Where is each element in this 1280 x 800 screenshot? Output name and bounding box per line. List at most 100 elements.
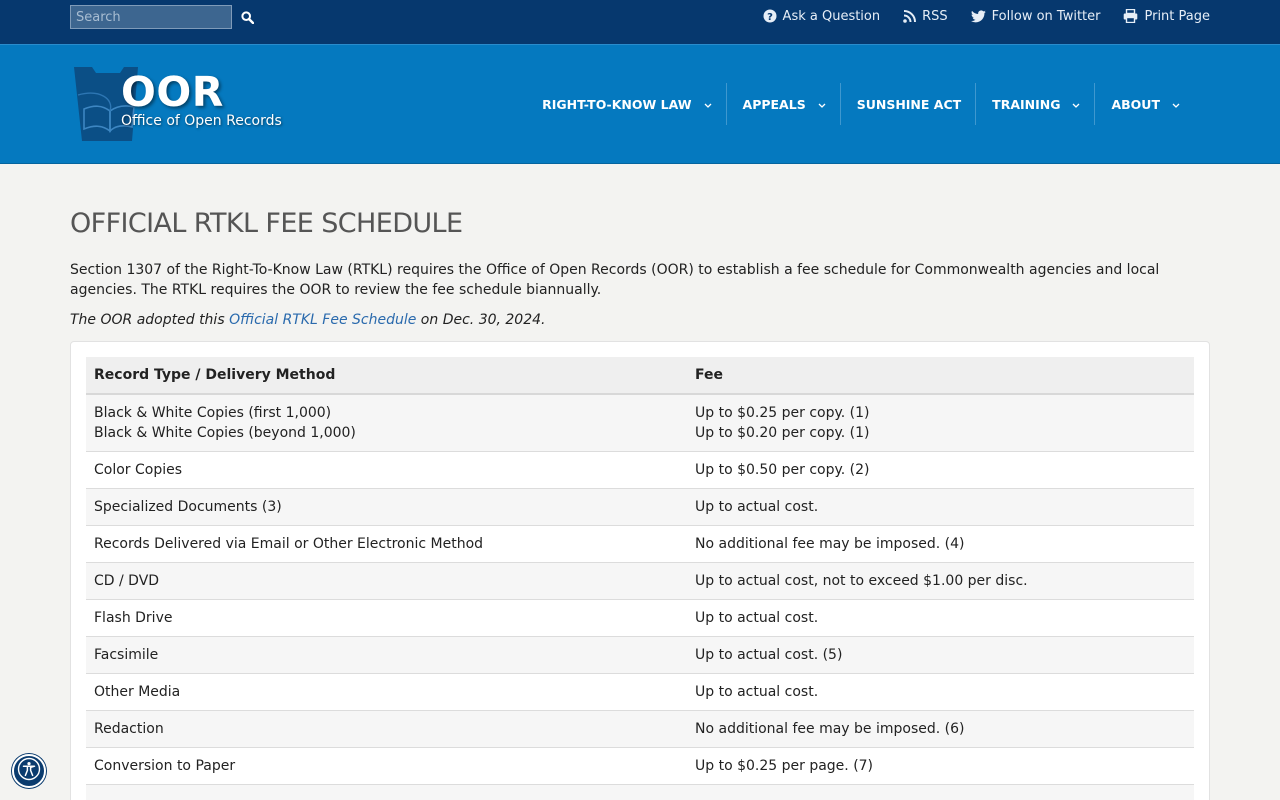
record-type-text: Redaction (94, 721, 164, 737)
fee-text: Up to actual cost. (5) (695, 647, 843, 663)
intro-paragraph: Section 1307 of the Right-To-Know Law (R… (70, 262, 1160, 298)
table-row: Facsimile Up to actual cost. (5) (86, 636, 1194, 674)
record-type-cell: Black & White Copies (first 1,000) Black … (86, 393, 687, 452)
record-type-text: Black & White Copies (first 1,000) (94, 405, 332, 421)
fee-text: Up to actual cost. (695, 684, 819, 700)
fee-schedule-link[interactable]: Official RTKL Fee Schedule (229, 312, 416, 328)
nav-sunshine-act[interactable]: SUNSHINE ACT (839, 83, 975, 125)
table-row: Records Delivered via Email or Other Ele… (86, 525, 1194, 563)
nav-label: ABOUT (1111, 96, 1160, 112)
fee-cell: Up to actual cost. (687, 599, 1194, 637)
table-row: Specialized Documents (3) Up to actual co… (86, 488, 1194, 526)
record-type-text: Records Delivered via Email or Other Ele… (94, 536, 484, 552)
fee-text: Up to actual cost. (695, 610, 819, 626)
search-input[interactable] (70, 5, 232, 29)
nav-label: APPEALS (742, 96, 806, 112)
table-row: Redaction No additional fee may be impose… (86, 710, 1194, 748)
fee-text: No additional fee may be imposed. (6) (695, 721, 965, 737)
nav-training[interactable]: TRAINING (975, 83, 1094, 125)
fee-cell: Up to $0.50 per copy. (2) (687, 451, 1194, 489)
record-type-text: Color Copies (94, 462, 183, 478)
site-header: OOR Office of Open Records RIGHT-TO-KNOW… (0, 44, 1280, 164)
nav-right-to-know-law[interactable]: RIGHT-TO-KNOW LAW (526, 83, 725, 125)
record-type-text: Flash Drive (94, 610, 173, 626)
fee-cell: Up to $0.25 per copy. (1) Up to $0.20 per… (687, 393, 1194, 452)
main-nav: RIGHT-TO-KNOW LAW APPEALS SUNSHINE ACT T… (526, 83, 1194, 125)
fee-text: Up to actual cost, not to exceed $1.00 p… (695, 573, 1028, 589)
nav-label: SUNSHINE ACT (856, 96, 962, 112)
ask-question-link[interactable]: ? Ask a Question (763, 6, 881, 26)
adopted-suffix: on Dec. 30, 2024. (416, 312, 546, 328)
twitter-icon (970, 9, 986, 23)
fee-text: Up to actual cost. (695, 499, 819, 515)
fee-table-card: Record Type / Delivery Method Fee Black … (70, 341, 1210, 800)
rss-label: RSS (922, 8, 948, 24)
svg-text:?: ? (767, 12, 773, 23)
site-logo[interactable]: OOR Office of Open Records (70, 65, 290, 145)
record-type-cell: Color Copies (86, 451, 687, 489)
utility-links: ? Ask a Question RSS Follow on Twitter P… (763, 6, 1210, 26)
print-icon (1123, 9, 1138, 23)
fee-text: Up to $0.50 per copy. (2) (695, 462, 870, 478)
table-row: CD / DVD Up to actual cost, not to exceed… (86, 562, 1194, 600)
logo-subtitle: Office of Open Records (121, 113, 282, 129)
record-type-cell: Conversion to Paper (86, 747, 687, 785)
record-type-text: Facsimile (94, 647, 159, 663)
accessibility-icon (17, 757, 41, 785)
chevron-down-icon (1072, 97, 1080, 112)
adopted-note: The OOR adopted this Official RTKL Fee S… (70, 310, 1210, 330)
search-icon[interactable] (236, 5, 258, 29)
fee-text: No additional fee may be imposed. (4) (695, 536, 965, 552)
table-row: Flash Drive Up to actual cost. (86, 599, 1194, 637)
question-circle-icon: ? (763, 9, 777, 23)
page-title: OFFICIAL RTKL FEE SCHEDULE (70, 208, 463, 239)
record-type-text: Specialized Documents (3) (94, 499, 282, 515)
column-header-record-type: Record Type / Delivery Method (86, 357, 687, 395)
rss-icon (903, 9, 917, 23)
fee-cell: Up to actual cost, not to exceed $1.00 p… (687, 562, 1194, 600)
adopted-prefix: The OOR adopted this (70, 312, 230, 328)
print-link[interactable]: Print Page (1123, 6, 1210, 26)
chevron-down-icon (1172, 97, 1180, 112)
table-row (86, 784, 1194, 800)
record-type-cell: CD / DVD (86, 562, 687, 600)
table-row: Conversion to Paper Up to $0.25 per page.… (86, 747, 1194, 785)
fee-text: Up to $0.20 per copy. (1) (695, 425, 870, 441)
table-row: Black & White Copies (first 1,000) Black … (86, 393, 1194, 452)
record-type-text: Black & White Copies (beyond 1,000) (94, 425, 356, 441)
chevron-down-icon (818, 97, 826, 112)
table-row: Color Copies Up to $0.50 per copy. (2) (86, 451, 1194, 489)
ask-question-label: Ask a Question (782, 8, 881, 24)
record-type-cell: Facsimile (86, 636, 687, 674)
record-type-text: Conversion to Paper (94, 758, 236, 774)
fee-cell: Up to actual cost. (687, 673, 1194, 711)
logo-title: OOR (121, 68, 224, 116)
fee-text: Up to $0.25 per page. (7) (695, 758, 874, 774)
main-content: OFFICIAL RTKL FEE SCHEDULE Section 1307 … (70, 164, 1210, 800)
print-label: Print Page (1144, 8, 1210, 24)
nav-about[interactable]: ABOUT (1094, 83, 1194, 125)
utility-bar: ? Ask a Question RSS Follow on Twitter P… (0, 0, 1280, 44)
nav-label: RIGHT-TO-KNOW LAW (542, 96, 692, 112)
accessibility-button[interactable] (12, 754, 46, 788)
record-type-text: CD / DVD (94, 573, 160, 589)
fee-cell: No additional fee may be imposed. (4) (687, 525, 1194, 563)
twitter-link[interactable]: Follow on Twitter (970, 6, 1101, 26)
nav-appeals[interactable]: APPEALS (725, 83, 840, 125)
record-type-cell: Flash Drive (86, 599, 687, 637)
fee-cell: Up to actual cost. (5) (687, 636, 1194, 674)
record-type-cell: Records Delivered via Email or Other Ele… (86, 525, 687, 563)
record-type-cell: Redaction (86, 710, 687, 748)
fee-cell: Up to actual cost. (687, 488, 1194, 526)
record-type-cell (86, 784, 687, 800)
column-header-fee: Fee (687, 357, 1194, 395)
fee-text: Up to $0.25 per copy. (1) (695, 405, 870, 421)
fee-schedule-table: Record Type / Delivery Method Fee Black … (86, 357, 1194, 800)
twitter-label: Follow on Twitter (991, 8, 1101, 24)
rss-link[interactable]: RSS (903, 6, 948, 26)
record-type-cell: Specialized Documents (3) (86, 488, 687, 526)
chevron-down-icon (704, 97, 712, 112)
record-type-text: Other Media (94, 684, 181, 700)
table-row: Other Media Up to actual cost. (86, 673, 1194, 711)
search-form (70, 5, 258, 29)
